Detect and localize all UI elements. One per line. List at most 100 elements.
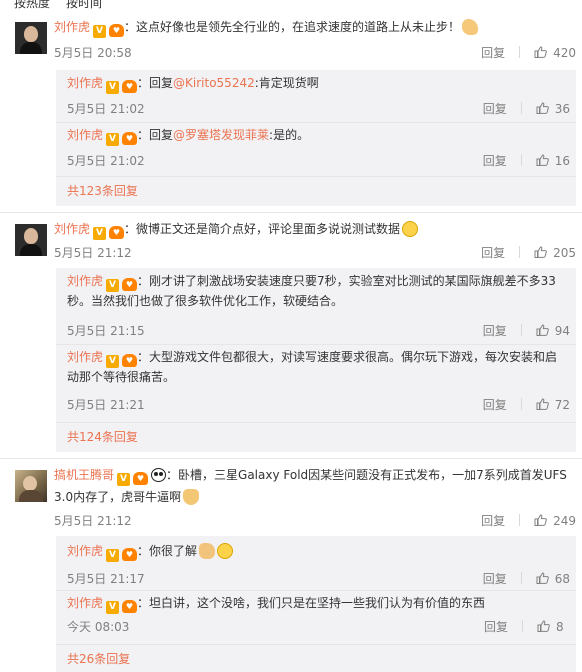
- reply-divider: [56, 644, 576, 645]
- reply-button[interactable]: 回复: [483, 322, 507, 340]
- thumbs-up-icon[interactable]: [537, 620, 550, 632]
- username-link[interactable]: 刘作虎: [67, 350, 103, 364]
- grin-emoji-icon: [402, 221, 419, 237]
- more-replies-link[interactable]: 共123条回复: [67, 182, 138, 200]
- sort-by-time[interactable]: 按时间: [66, 0, 102, 10]
- comment-time: 5月5日 21:12: [54, 514, 132, 528]
- reply-list: 刘作虎 V ♥ ：你很了解 5月5日 21:17 回复 68 刘作虎 V ♥ ：坦白讲，这个没…: [56, 536, 576, 672]
- avatar[interactable]: [15, 22, 47, 54]
- username-link[interactable]: 刘作虎: [67, 76, 103, 90]
- comment-text: 3.0内存了，虎哥牛逼啊: [54, 490, 182, 504]
- reply-button[interactable]: 回复: [484, 618, 508, 636]
- like-count: 72: [554, 398, 570, 412]
- sort-bar: 按热度 按时间: [14, 0, 118, 10]
- more-replies-link[interactable]: 共124条回复: [67, 428, 138, 446]
- username-link[interactable]: 刘作虎: [54, 222, 90, 236]
- flexed-arm-emoji-icon: [462, 19, 479, 35]
- username-link[interactable]: 搞机王腾哥: [54, 468, 114, 482]
- username-link[interactable]: 刘作虎: [67, 274, 103, 288]
- action-divider: [520, 572, 522, 584]
- reply-button[interactable]: 回复: [483, 396, 507, 414]
- action-divider: [520, 102, 522, 114]
- comment-actions: 回复 420: [481, 44, 576, 62]
- fan-badge-icon: ♥: [133, 472, 149, 485]
- thumbs-up-icon[interactable]: [536, 398, 549, 410]
- reply-button[interactable]: 回复: [483, 152, 507, 170]
- verified-badge: V: [106, 355, 120, 368]
- username-link[interactable]: 刘作虎: [67, 596, 103, 610]
- verified-badge: V: [93, 227, 107, 240]
- avatar[interactable]: [15, 470, 47, 502]
- reply-divider: [56, 344, 576, 345]
- comment-body: 刘作虎 V ♥ ：微博正文还是简介点好，评论里面多说说测试数据: [54, 220, 419, 240]
- reply-text-continued: 秒。当然我们也做了很多软件优化工作，软硬结合。: [67, 294, 344, 308]
- reply-button[interactable]: 回复: [481, 244, 505, 262]
- reply-divider: [56, 590, 576, 591]
- sort-by-hot[interactable]: 按热度: [14, 0, 50, 10]
- reply-time: 5月5日 21:02: [67, 102, 145, 116]
- thumbs-up-icon[interactable]: [534, 246, 547, 258]
- comment-text: ：这点好像也是领先全行业的，在追求速度的道路上从未止步！: [124, 20, 461, 34]
- reply-prefix: ：回复: [137, 128, 174, 142]
- reply-list: 刘作虎 V ♥ ：刚才讲了刺激战场安装速度只要7秒，实验室对比测试的某国际旗舰差不多3…: [56, 268, 576, 452]
- reply-time: 5月5日 21:17: [67, 572, 145, 586]
- like-count: 420: [553, 46, 576, 60]
- comment-divider: [0, 458, 582, 459]
- verified-badge: V: [106, 133, 120, 146]
- reply-button[interactable]: 回复: [483, 570, 507, 588]
- reply-prefix: ：回复: [137, 76, 174, 90]
- reply-actions: 回复 8: [484, 618, 570, 636]
- username-link[interactable]: 刘作虎: [54, 20, 90, 34]
- reply-text: ：你很了解: [137, 544, 198, 558]
- comment-text: ：微博正文还是简介点好，评论里面多说说测试数据: [124, 222, 401, 236]
- action-divider: [522, 620, 523, 632]
- comment-actions: 回复 205: [481, 244, 576, 262]
- thumbs-up-icon[interactable]: [536, 324, 549, 336]
- thumbs-up-emoji-icon: [199, 543, 216, 559]
- more-replies-link[interactable]: 共26条回复: [67, 650, 130, 668]
- fan-badge-icon: ♥: [109, 226, 125, 239]
- comment-divider: [0, 212, 582, 213]
- thumbs-up-icon[interactable]: [534, 514, 547, 526]
- avatar[interactable]: [15, 224, 47, 256]
- verified-badge: V: [106, 279, 120, 292]
- reply-body: 刘作虎 V ♥ ：回复@Kirito55242:肯定现货啊: [67, 74, 319, 94]
- thumbs-up-icon[interactable]: [536, 102, 549, 114]
- reply-text-continued: 动那个等待很痛苦。: [67, 370, 176, 384]
- mention-link[interactable]: @Kirito55242: [173, 76, 255, 90]
- action-divider: [520, 398, 522, 410]
- reply-text: ：坦白讲，这个没啥，我们只是在坚持一些我们认为有价值的东西: [137, 596, 486, 610]
- comment-time: 5月5日 20:58: [54, 46, 132, 60]
- reply-actions: 回复 94: [483, 322, 570, 340]
- action-divider: [520, 154, 522, 166]
- action-divider: [520, 324, 522, 336]
- username-link[interactable]: 刘作虎: [67, 128, 103, 142]
- reply-button[interactable]: 回复: [481, 44, 505, 62]
- like-count: 8: [556, 620, 564, 634]
- mention-link[interactable]: @罗塞塔发现菲莱: [173, 128, 269, 142]
- comment-body: 搞机王腾哥 V ♥ ：卧槽，三星Galaxy Fold因某些问题没有正式发布，一加7系…: [54, 466, 567, 486]
- reply-list: 刘作虎 V ♥ ：回复@Kirito55242:肯定现货啊 5月5日 21:02 回复…: [56, 70, 576, 206]
- reply-text: ：刚才讲了刺激战场安装速度只要7秒，实验室对比测试的某国际旗舰差不多33: [137, 274, 556, 288]
- panda-badge-icon: [151, 468, 167, 482]
- reply-button[interactable]: 回复: [483, 100, 507, 118]
- reply-body: 刘作虎 V ♥ ：坦白讲，这个没啥，我们只是在坚持一些我们认为有价值的东西: [67, 594, 485, 614]
- thumbs-up-icon[interactable]: [534, 46, 547, 58]
- reply-button[interactable]: 回复: [481, 512, 505, 530]
- reply-time: 今天 08:03: [67, 620, 130, 634]
- like-count: 249: [553, 514, 576, 528]
- username-link[interactable]: 刘作虎: [67, 544, 103, 558]
- reply-text: ：大型游戏文件包都很大，对读写速度要求很高。偶尔玩下游戏，每次安装和启: [137, 350, 558, 364]
- comment-text: ：卧槽，三星Galaxy Fold因某些问题没有正式发布，一加7系列成首发UFS: [166, 468, 567, 482]
- reply-body: 刘作虎 V ♥ ：你很了解: [67, 542, 234, 562]
- like-count: 205: [553, 246, 576, 260]
- reply-body: 刘作虎 V ♥ ：大型游戏文件包都很大，对读写速度要求很高。偶尔玩下游戏，每次安装和启: [67, 348, 557, 368]
- comment-time: 5月5日 21:12: [54, 246, 132, 260]
- reply-time: 5月5日 21:21: [67, 398, 145, 412]
- fan-badge-icon: ♥: [122, 278, 138, 291]
- reply-actions: 回复 16: [483, 152, 570, 170]
- verified-badge: V: [106, 549, 120, 562]
- reply-actions: 回复 72: [483, 396, 570, 414]
- thumbs-up-icon[interactable]: [536, 572, 549, 584]
- thumbs-up-icon[interactable]: [536, 154, 549, 166]
